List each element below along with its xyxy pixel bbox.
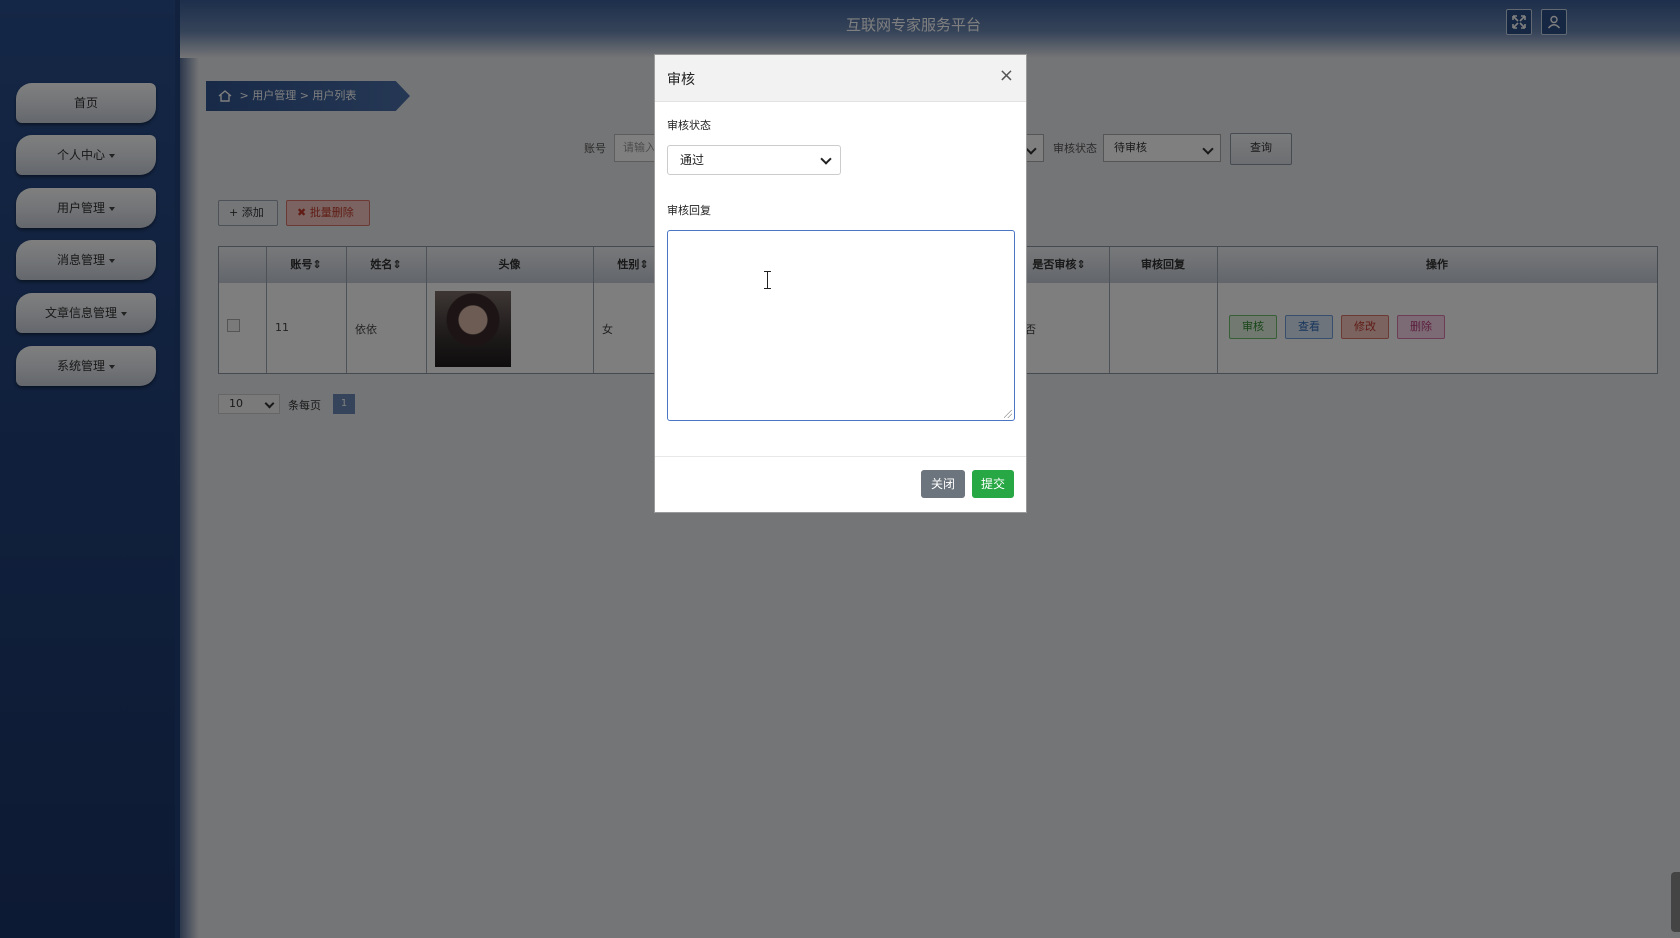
close-button[interactable]: 关闭 — [921, 470, 965, 498]
close-icon[interactable]: × — [999, 66, 1014, 86]
dialog-title: 审核 — [667, 72, 695, 88]
review-status-selected-value: 通过 — [680, 153, 705, 167]
text-cursor-icon — [764, 271, 772, 289]
dialog-footer-divider — [655, 456, 1026, 457]
scrollbar-thumb[interactable] — [1671, 872, 1680, 932]
resize-handle-icon[interactable] — [1004, 410, 1012, 418]
review-reply-textarea[interactable] — [667, 230, 1015, 421]
review-status-field-label: 审核状态 — [667, 119, 711, 132]
review-status-select[interactable]: 通过 — [667, 145, 841, 175]
review-dialog: 审核 × 审核状态 通过 审核回复 关闭 提交 — [654, 54, 1027, 513]
dialog-header: 审核 × — [655, 55, 1026, 102]
chevron-down-icon — [820, 153, 832, 165]
review-reply-field-label: 审核回复 — [667, 204, 711, 217]
submit-button[interactable]: 提交 — [972, 470, 1014, 498]
